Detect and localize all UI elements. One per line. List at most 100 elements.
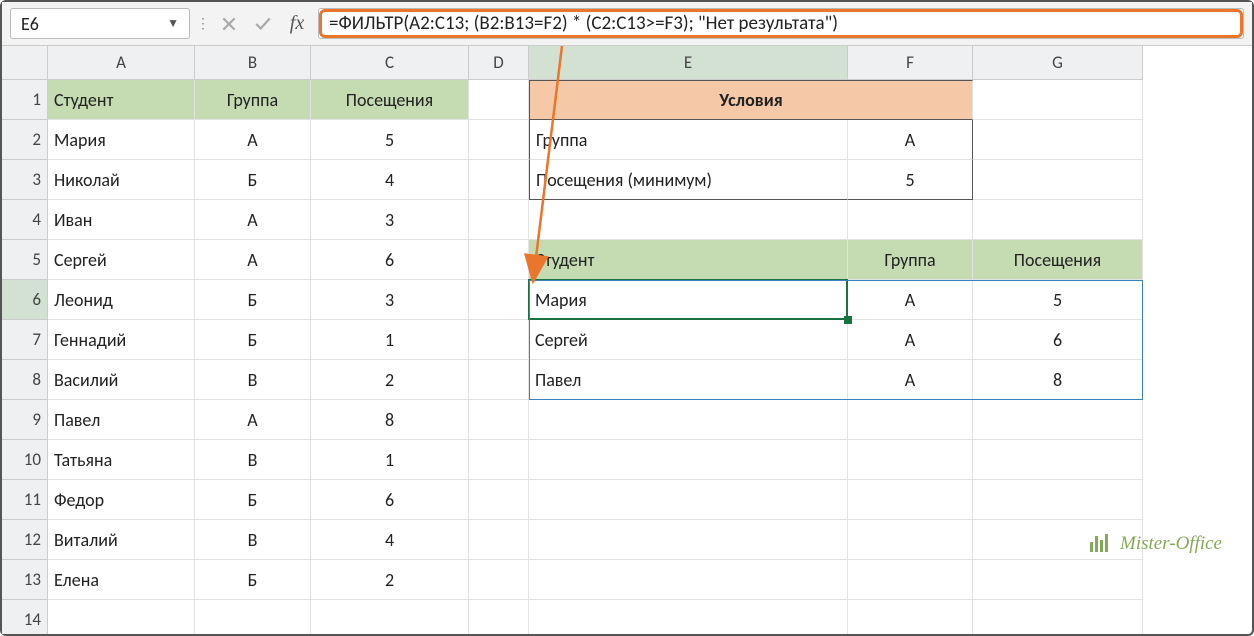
cell-A3[interactable]: Николай: [48, 160, 195, 200]
cell-D9[interactable]: [469, 400, 529, 440]
column-header-c[interactable]: C: [311, 46, 469, 79]
cell-F13[interactable]: [848, 560, 973, 600]
cell-D8[interactable]: [469, 360, 529, 400]
cell-C5[interactable]: 6: [311, 240, 469, 280]
cell-F4[interactable]: [848, 200, 973, 240]
cell-C7[interactable]: 1: [311, 320, 469, 360]
cell-D10[interactable]: [469, 440, 529, 480]
row-header-6[interactable]: 6: [2, 280, 47, 320]
cell-D12[interactable]: [469, 520, 529, 560]
row-header-1[interactable]: 1: [2, 80, 47, 120]
row-header-3[interactable]: 3: [2, 160, 47, 200]
cell-G7[interactable]: 6: [973, 320, 1143, 360]
column-header-f[interactable]: F: [848, 46, 973, 79]
cell-G9[interactable]: [973, 400, 1143, 440]
cell-E7[interactable]: Сергей: [529, 320, 848, 360]
cell-B5[interactable]: А: [195, 240, 311, 280]
cell-A14[interactable]: [48, 600, 195, 634]
cell-B8[interactable]: В: [195, 360, 311, 400]
cell-E10[interactable]: [529, 440, 848, 480]
cell-F3[interactable]: 5: [848, 160, 973, 200]
cell-D1[interactable]: [469, 80, 529, 120]
row-header-9[interactable]: 9: [2, 400, 47, 440]
fx-button[interactable]: fx: [280, 2, 314, 45]
column-header-g[interactable]: G: [973, 46, 1143, 79]
cell-B9[interactable]: А: [195, 400, 311, 440]
cell-G13[interactable]: [973, 560, 1143, 600]
cell-D11[interactable]: [469, 480, 529, 520]
cell-G10[interactable]: [973, 440, 1143, 480]
cell-G4[interactable]: [973, 200, 1143, 240]
cell-A7[interactable]: Геннадий: [48, 320, 195, 360]
cell-F14[interactable]: [848, 600, 973, 634]
cell-F11[interactable]: [848, 480, 973, 520]
cell-D2[interactable]: [469, 120, 529, 160]
cell-F6[interactable]: А: [848, 280, 973, 320]
cell-C13[interactable]: 2: [311, 560, 469, 600]
cell-F8[interactable]: А: [848, 360, 973, 400]
cell-E14[interactable]: [529, 600, 848, 634]
cell-F5[interactable]: Группа: [848, 240, 973, 280]
cell-A6[interactable]: Леонид: [48, 280, 195, 320]
cell-E9[interactable]: [529, 400, 848, 440]
cell-B13[interactable]: Б: [195, 560, 311, 600]
cell-C10[interactable]: 1: [311, 440, 469, 480]
cell-C14[interactable]: [311, 600, 469, 634]
cell-E11[interactable]: [529, 480, 848, 520]
name-box[interactable]: E6 ▼: [10, 8, 190, 39]
cancel-formula-button[interactable]: [212, 2, 246, 45]
cell-C6[interactable]: 3: [311, 280, 469, 320]
cell-D6[interactable]: [469, 280, 529, 320]
cell-G2[interactable]: [973, 120, 1143, 160]
cell-B7[interactable]: Б: [195, 320, 311, 360]
column-header-d[interactable]: D: [469, 46, 529, 79]
cell-B10[interactable]: В: [195, 440, 311, 480]
row-header-11[interactable]: 11: [2, 480, 47, 520]
cell-E6[interactable]: Мария: [529, 280, 848, 320]
cell-G14[interactable]: [973, 600, 1143, 634]
row-header-14[interactable]: 14: [2, 600, 47, 634]
cell-C9[interactable]: 8: [311, 400, 469, 440]
cell-E12[interactable]: [529, 520, 848, 560]
cell-G6[interactable]: 5: [973, 280, 1143, 320]
cell-B6[interactable]: Б: [195, 280, 311, 320]
cell-G5[interactable]: Посещения: [973, 240, 1143, 280]
accept-formula-button[interactable]: [246, 2, 280, 45]
cell-A5[interactable]: Сергей: [48, 240, 195, 280]
cell-B14[interactable]: [195, 600, 311, 634]
cell-E2[interactable]: Группа: [529, 120, 848, 160]
row-header-7[interactable]: 7: [2, 320, 47, 360]
cell-E4[interactable]: [529, 200, 848, 240]
cell-F2[interactable]: А: [848, 120, 973, 160]
column-header-b[interactable]: B: [195, 46, 311, 79]
cell-D7[interactable]: [469, 320, 529, 360]
row-header-10[interactable]: 10: [2, 440, 47, 480]
cell-C4[interactable]: 3: [311, 200, 469, 240]
column-header-a[interactable]: A: [48, 46, 195, 79]
cell-G11[interactable]: [973, 480, 1143, 520]
cell-D14[interactable]: [469, 600, 529, 634]
cell-E5[interactable]: Студент: [529, 240, 848, 280]
cell-A9[interactable]: Павел: [48, 400, 195, 440]
cell-B2[interactable]: А: [195, 120, 311, 160]
cell-C11[interactable]: 6: [311, 480, 469, 520]
cell-E3[interactable]: Посещения (минимум): [529, 160, 848, 200]
row-header-4[interactable]: 4: [2, 200, 47, 240]
cell-C8[interactable]: 2: [311, 360, 469, 400]
cell-G8[interactable]: 8: [973, 360, 1143, 400]
cell-B1[interactable]: Группа: [195, 80, 311, 120]
cell-F7[interactable]: А: [848, 320, 973, 360]
cell-B11[interactable]: Б: [195, 480, 311, 520]
cell-E13[interactable]: [529, 560, 848, 600]
cell-A10[interactable]: Татьяна: [48, 440, 195, 480]
cell-C1[interactable]: Посещения: [311, 80, 469, 120]
cell-D4[interactable]: [469, 200, 529, 240]
select-all-corner[interactable]: [2, 46, 48, 80]
cell-A1[interactable]: Студент: [48, 80, 195, 120]
cell-C2[interactable]: 5: [311, 120, 469, 160]
cell-A2[interactable]: Мария: [48, 120, 195, 160]
formula-input[interactable]: =ФИЛЬТР(A2:C13; (B2:B13=F2) * (C2:C13>=F…: [318, 8, 1244, 39]
cell-F12[interactable]: [848, 520, 973, 560]
cell-B3[interactable]: Б: [195, 160, 311, 200]
cell-B12[interactable]: В: [195, 520, 311, 560]
